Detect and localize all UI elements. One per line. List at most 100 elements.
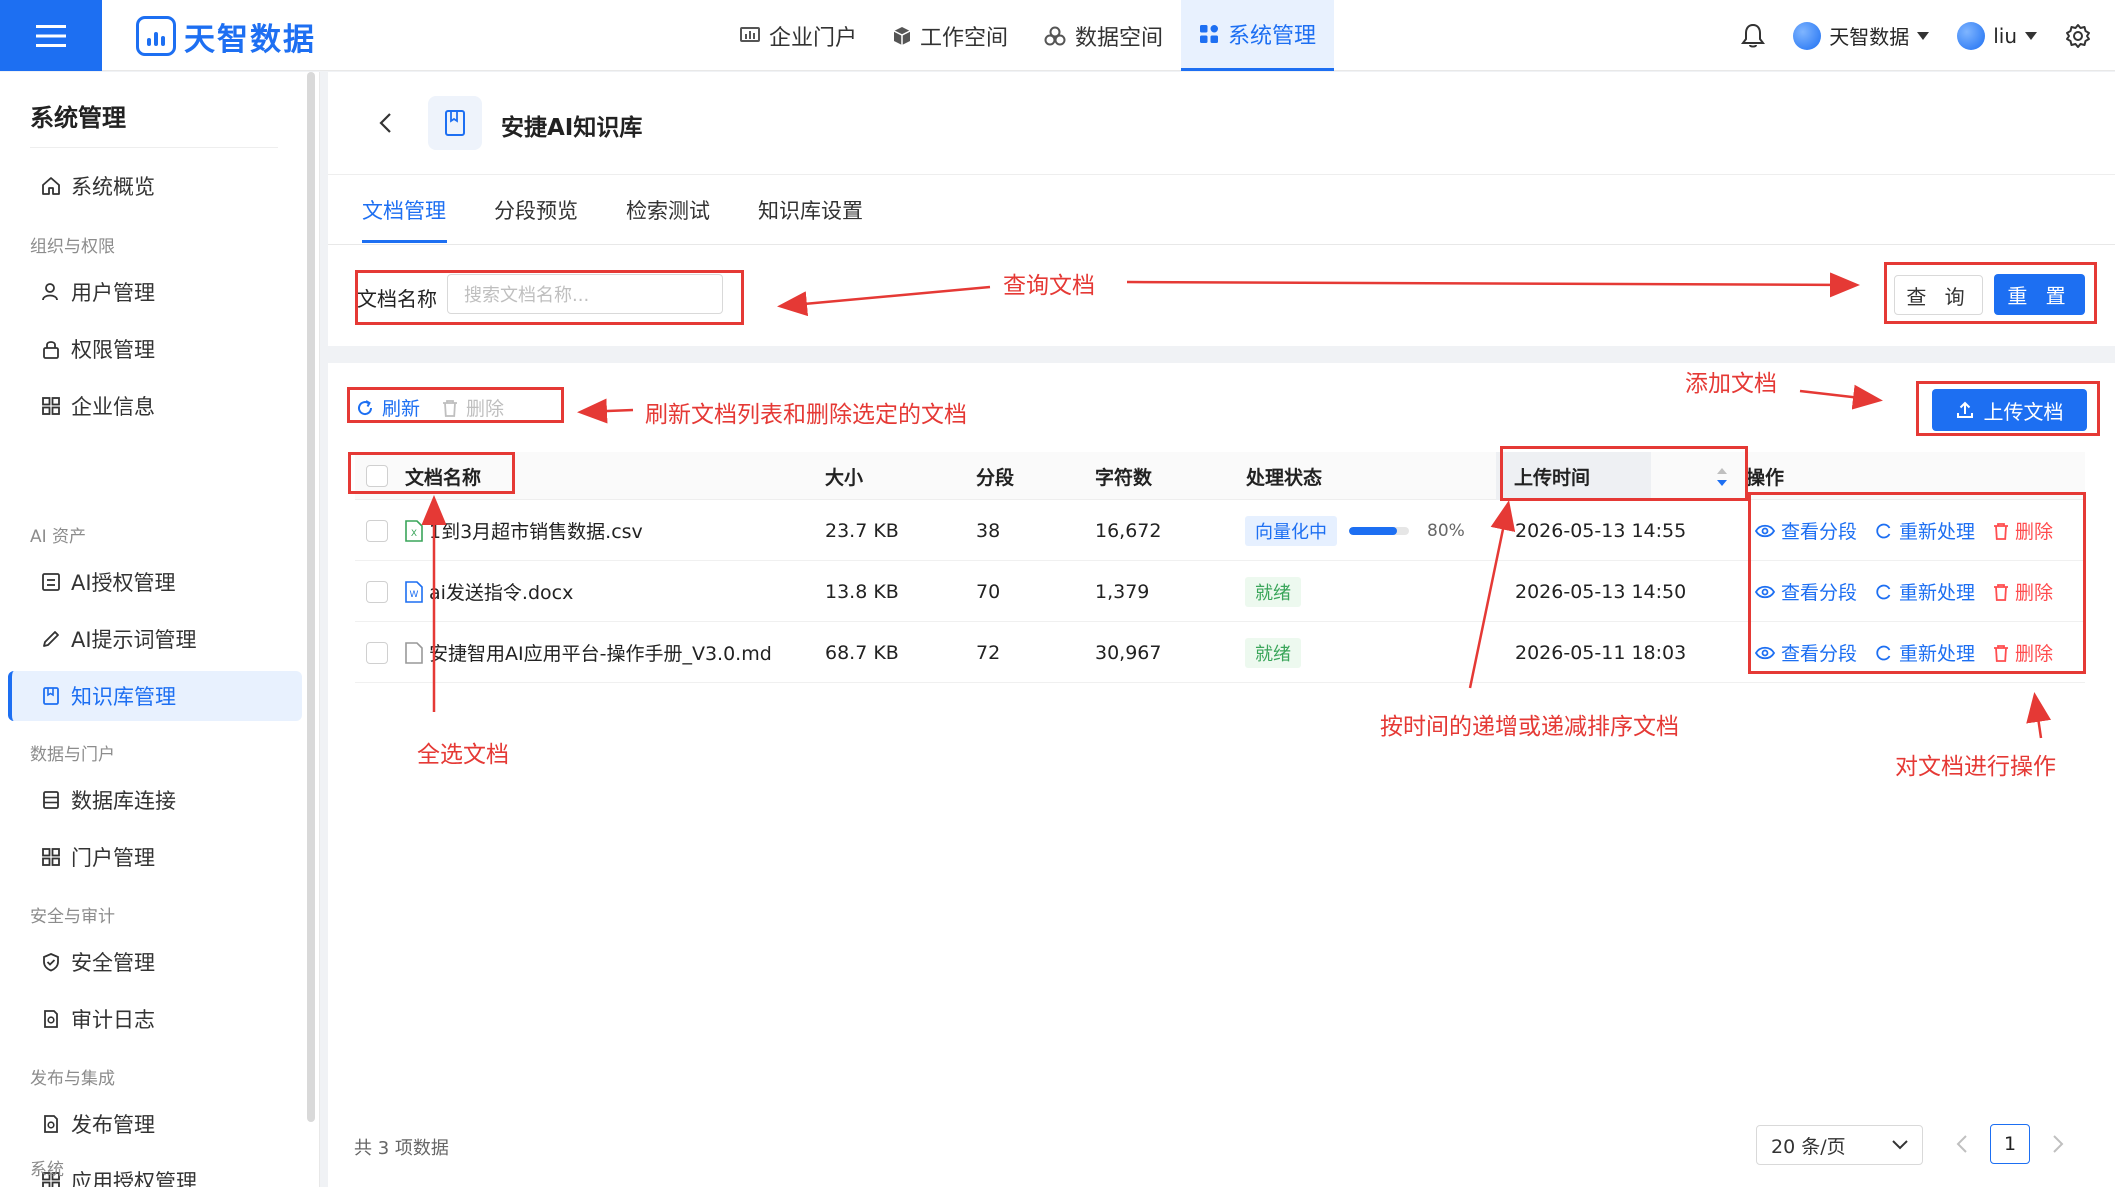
tab-retrieval-test[interactable]: 检索测试 xyxy=(626,195,710,225)
doc-size: 23.7 KB xyxy=(825,519,899,542)
back-arrow-icon[interactable] xyxy=(374,108,396,138)
doc-status: 就绪 xyxy=(1245,561,1301,622)
sidebar-item-overview[interactable]: 系统概览 xyxy=(8,161,302,211)
annotation-box-sort xyxy=(1500,446,1748,501)
file-md-icon xyxy=(405,641,423,664)
sidebar-item-ai-prompts[interactable]: AI提示词管理 xyxy=(8,614,302,664)
caret-down-icon xyxy=(2025,31,2037,40)
doc-name[interactable]: ai发送指令.docx xyxy=(429,578,573,605)
doc-chars: 1,379 xyxy=(1095,580,1150,603)
user-name: liu xyxy=(1993,23,2017,48)
doc-status: 就绪 xyxy=(1245,622,1301,683)
sidebar-item-label: AI提示词管理 xyxy=(71,628,197,652)
svg-text:W: W xyxy=(410,590,419,600)
chevron-right-icon[interactable] xyxy=(2052,1135,2064,1153)
doc-status: 向量化中 80% xyxy=(1245,500,1465,561)
chart-bar-icon xyxy=(740,26,760,42)
doc-name[interactable]: 1到3月超市销售数据.csv xyxy=(429,517,643,544)
lock-icon xyxy=(43,341,59,359)
file-csv-icon: X xyxy=(405,519,423,542)
header-divider xyxy=(328,174,2115,175)
shield-icon xyxy=(43,953,59,972)
doc-segments: 38 xyxy=(976,519,1001,542)
nav-system-management[interactable]: 系统管理 xyxy=(1181,0,1335,71)
sidebar-item-publishing[interactable]: 发布管理 xyxy=(8,1099,302,1149)
doc-chars: 30,967 xyxy=(1095,641,1162,664)
tab-kb-settings[interactable]: 知识库设置 xyxy=(758,195,863,225)
sidebar-group-label: 数据与门户 xyxy=(30,745,115,765)
doc-name[interactable]: 安捷智用AI应用平台-操作手册_V3.0.md xyxy=(429,639,772,666)
svg-text:X: X xyxy=(411,529,417,539)
row-checkbox[interactable] xyxy=(366,500,388,561)
file-search-icon xyxy=(44,1115,58,1133)
sidebar-item-security[interactable]: 安全管理 xyxy=(8,937,302,987)
nav-enterprise-portal[interactable]: 企业门户 xyxy=(722,0,875,71)
brand-name: 天智数据 xyxy=(184,21,316,58)
sidebar-title: 系统管理 xyxy=(30,104,126,132)
menu-toggle-button[interactable] xyxy=(0,0,102,71)
sidebar: 系统管理 系统概览 组织与权限 用户管理 权限管理 企业信息 AI 资产 AI授… xyxy=(0,72,320,1187)
sidebar-item-permissions[interactable]: 权限管理 xyxy=(8,324,302,374)
doc-name-cell: X 1到3月超市销售数据.csv xyxy=(405,500,643,561)
brand-logo[interactable]: 天智数据 xyxy=(136,14,316,58)
nav-data-space[interactable]: 数据空间 xyxy=(1026,0,1181,71)
annotation-box-query-buttons xyxy=(1884,262,2097,324)
chevron-left-icon[interactable] xyxy=(1956,1135,1968,1153)
user-icon xyxy=(42,283,58,301)
sidebar-divider xyxy=(30,147,278,148)
nav-workspace[interactable]: 工作空间 xyxy=(875,0,1026,71)
annotation-actions: 对文档进行操作 xyxy=(1895,754,2056,780)
sidebar-item-ai-auth[interactable]: AI授权管理 xyxy=(8,557,302,607)
page-size-select[interactable]: 20 条/页 xyxy=(1756,1125,1923,1165)
tenant-switcher[interactable]: 天智数据 xyxy=(1793,21,1930,50)
sidebar-item-audit-log[interactable]: 审计日志 xyxy=(8,994,302,1044)
col-size: 大小 xyxy=(825,466,864,489)
sidebar-group-label: 组织与权限 xyxy=(30,237,115,257)
doc-segments: 70 xyxy=(976,580,1001,603)
annotation-toolbar: 刷新文档列表和删除选定的文档 xyxy=(645,402,967,428)
tab-documents[interactable]: 文档管理 xyxy=(362,195,446,225)
sidebar-item-knowledge-base[interactable]: 知识库管理 xyxy=(8,671,302,721)
doc-segments: 72 xyxy=(976,641,1001,664)
annotation-box-toolbar xyxy=(347,387,564,423)
page-size-value: 20 条/页 xyxy=(1771,1135,1846,1158)
sidebar-scrollbar[interactable] xyxy=(307,72,315,1122)
annotation-box-search xyxy=(355,270,744,325)
chevron-down-icon xyxy=(1892,1140,1908,1150)
sidebar-item-label: 安全管理 xyxy=(71,951,155,975)
sidebar-item-users[interactable]: 用户管理 xyxy=(8,267,302,317)
doc-chars: 16,672 xyxy=(1095,519,1162,542)
sidebar-item-company[interactable]: 企业信息 xyxy=(8,381,302,431)
doc-size: 13.8 KB xyxy=(825,580,899,603)
checkbox-box xyxy=(366,641,388,664)
bell-icon[interactable] xyxy=(1741,23,1766,49)
main-nav: 企业门户 工作空间 数据空间 系统管理 xyxy=(722,0,1335,71)
sidebar-item-label: 知识库管理 xyxy=(71,685,176,709)
page-number[interactable]: 1 xyxy=(1990,1124,2030,1164)
tab-bar: 文档管理 分段预览 检索测试 知识库设置 xyxy=(362,195,863,225)
sidebar-item-label: 用户管理 xyxy=(71,281,155,305)
sidebar-item-db-connections[interactable]: 数据库连接 xyxy=(8,775,302,825)
row-checkbox[interactable] xyxy=(366,622,388,683)
nav-label: 企业门户 xyxy=(769,25,858,51)
tab-segment-preview[interactable]: 分段预览 xyxy=(494,195,578,225)
sidebar-item-label: 系统概览 xyxy=(71,175,155,199)
sidebar-group-label: 发布与集成 xyxy=(30,1069,115,1089)
user-menu[interactable]: liu xyxy=(1957,21,2037,50)
col-segments: 分段 xyxy=(976,466,1015,489)
database-icon xyxy=(43,791,59,809)
sidebar-group-label: AI 资产 xyxy=(30,527,87,547)
user-avatar-icon xyxy=(1957,21,1986,50)
sidebar-item-label: 审计日志 xyxy=(71,1008,155,1032)
file-search-icon xyxy=(44,1010,58,1028)
row-checkbox[interactable] xyxy=(366,561,388,622)
gear-icon[interactable] xyxy=(2065,23,2091,49)
caret-down-icon xyxy=(1917,31,1930,40)
sidebar-item-portals[interactable]: 门户管理 xyxy=(8,832,302,882)
logo-icon xyxy=(136,16,176,56)
sidebar-item-label: 门户管理 xyxy=(71,846,155,870)
status-badge: 就绪 xyxy=(1245,637,1301,668)
doc-name-cell: 安捷智用AI应用平台-操作手册_V3.0.md xyxy=(405,622,772,683)
book-icon xyxy=(445,110,465,136)
annotation-upload: 添加文档 xyxy=(1685,371,1777,397)
